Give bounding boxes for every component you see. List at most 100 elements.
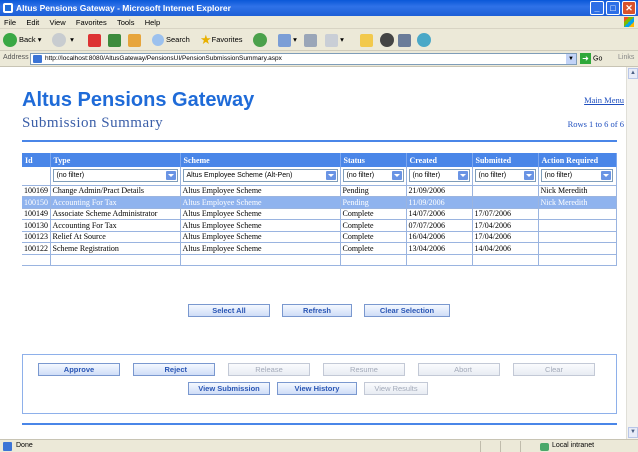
empty-cell <box>50 254 181 266</box>
table-row-selected[interactable]: 100150 Accounting For Tax Altus Employee… <box>22 196 617 209</box>
scroll-down-icon[interactable]: ▼ <box>628 427 638 438</box>
menu-file[interactable]: File <box>0 16 20 27</box>
scheme-filter-select[interactable]: Altus Employee Scheme (Alt-Pen) <box>182 169 338 183</box>
minimize-button[interactable]: _ <box>590 1 604 15</box>
main-menu-link[interactable]: Main Menu <box>584 95 624 105</box>
refresh-button[interactable] <box>108 32 121 48</box>
chevron-down-icon[interactable]: ▼ <box>566 54 576 64</box>
header-scheme[interactable]: Scheme <box>180 153 341 167</box>
chevron-down-icon <box>457 171 468 181</box>
filter-cell: (no filter) <box>50 167 181 186</box>
clear-selection-button[interactable]: Clear Selection <box>364 304 450 317</box>
favorites-button[interactable]: ★Favorites <box>200 32 243 48</box>
divider <box>22 423 617 425</box>
search-label: Search <box>166 35 190 44</box>
page-subtitle: Submission Summary <box>22 115 164 131</box>
clear-button: Clear <box>513 363 595 376</box>
table-row[interactable]: 100169 Change Admin/Pract Details Altus … <box>22 185 617 197</box>
cell-status: Complete <box>340 231 407 243</box>
links-button[interactable]: Links <box>618 54 634 61</box>
submitted-filter-select[interactable]: (no filter) <box>474 169 536 183</box>
menu-view[interactable]: View <box>46 16 70 27</box>
cell-action-required: Nick Meredith <box>538 196 617 209</box>
header-action-required[interactable]: Action Required <box>538 153 617 167</box>
print-button[interactable] <box>304 32 317 48</box>
address-url: http://localhost:8080/AltusGateway/Pensi… <box>45 55 282 62</box>
folder-icon <box>360 33 373 47</box>
back-label: Back <box>19 35 36 44</box>
table-row[interactable]: 100149 Associate Scheme Administrator Al… <box>22 208 617 220</box>
address-bar: Address http://localhost:8080/AltusGatew… <box>0 51 638 67</box>
page-content: Altus Pensions Gateway Submission Summar… <box>0 67 626 439</box>
created-filter-select[interactable]: (no filter) <box>408 169 470 183</box>
cell-scheme: Altus Employee Scheme <box>180 219 341 232</box>
history-button[interactable] <box>253 32 269 48</box>
table-row[interactable]: 100130 Accounting For Tax Altus Employee… <box>22 219 617 232</box>
messenger-button[interactable] <box>417 32 433 48</box>
cell-scheme: Altus Employee Scheme <box>180 208 341 220</box>
cell-type: Accounting For Tax <box>50 196 181 209</box>
filter-cell: (no filter) <box>538 167 617 186</box>
page-done-icon <box>3 442 12 451</box>
view-history-button[interactable]: View History <box>277 382 357 395</box>
cell-submitted: 17/04/2006 <box>472 231 539 243</box>
vertical-scrollbar[interactable]: ▲ ▼ <box>626 67 638 439</box>
folder-button[interactable] <box>360 32 373 48</box>
stop-button[interactable] <box>88 32 101 48</box>
refresh-grid-button[interactable]: Refresh <box>282 304 352 317</box>
menu-tools[interactable]: Tools <box>113 16 139 27</box>
table-row[interactable]: 100122 Scheme Registration Altus Employe… <box>22 242 617 255</box>
menu-help[interactable]: Help <box>141 16 164 27</box>
back-button[interactable]: Back ▾ <box>3 32 42 48</box>
close-button[interactable]: ✕ <box>622 1 636 15</box>
filter-cell: Altus Employee Scheme (Alt-Pen) <box>180 167 341 186</box>
forward-button[interactable]: ▾ <box>52 32 74 48</box>
chevron-down-icon <box>600 171 611 181</box>
view-submission-button[interactable]: View Submission <box>188 382 270 395</box>
favorites-label: Favorites <box>211 35 243 44</box>
filter-cell: (no filter) <box>472 167 539 186</box>
view-results-button: View Results <box>364 382 428 395</box>
edit-icon <box>325 33 338 47</box>
home-button[interactable] <box>128 32 141 48</box>
edit-button[interactable]: ▾ <box>325 32 344 48</box>
mail-button[interactable]: ▾ <box>278 32 297 48</box>
tools-icon <box>398 33 411 47</box>
cell-created: 14/07/2006 <box>406 208 473 220</box>
header-status[interactable]: Status <box>340 153 407 167</box>
approve-button[interactable]: Approve <box>38 363 120 376</box>
mail-icon <box>278 33 291 47</box>
status-filter-select[interactable]: (no filter) <box>342 169 404 183</box>
intranet-icon <box>540 443 549 451</box>
go-button[interactable]: ➜ Go <box>580 53 602 65</box>
maximize-button[interactable]: □ <box>606 1 620 15</box>
filter-cell: (no filter) <box>340 167 407 186</box>
header-submitted[interactable]: Submitted <box>472 153 539 167</box>
address-input[interactable]: http://localhost:8080/AltusGateway/Pensi… <box>30 53 577 65</box>
address-label: Address <box>3 54 29 61</box>
header-created[interactable]: Created <box>406 153 473 167</box>
cell-status: Complete <box>340 219 407 232</box>
filter-value: (no filter) <box>478 172 507 180</box>
cell-id: 100122 <box>22 242 51 255</box>
cell-type: Accounting For Tax <box>50 219 181 232</box>
header-type[interactable]: Type <box>50 153 181 167</box>
action-filter-select[interactable]: (no filter) <box>540 169 613 183</box>
type-filter-select[interactable]: (no filter) <box>52 169 178 183</box>
cell-type: Associate Scheme Administrator <box>50 208 181 220</box>
reject-button[interactable]: Reject <box>133 363 215 376</box>
select-all-button[interactable]: Select All <box>188 304 270 317</box>
status-divider <box>520 441 521 452</box>
menu-favorites[interactable]: Favorites <box>72 16 111 27</box>
search-button[interactable]: Search <box>152 32 190 48</box>
scroll-up-icon[interactable]: ▲ <box>628 68 638 79</box>
menu-edit[interactable]: Edit <box>22 16 43 27</box>
block-button[interactable] <box>380 32 396 48</box>
header-id[interactable]: Id <box>22 153 51 167</box>
cell-id: 100169 <box>22 185 51 197</box>
tools-button[interactable] <box>398 32 411 48</box>
abort-button: Abort <box>418 363 500 376</box>
cell-scheme: Altus Employee Scheme <box>180 196 341 209</box>
table-row[interactable]: 100123 Relief At Source Altus Employee S… <box>22 231 617 243</box>
home-icon <box>128 33 141 47</box>
